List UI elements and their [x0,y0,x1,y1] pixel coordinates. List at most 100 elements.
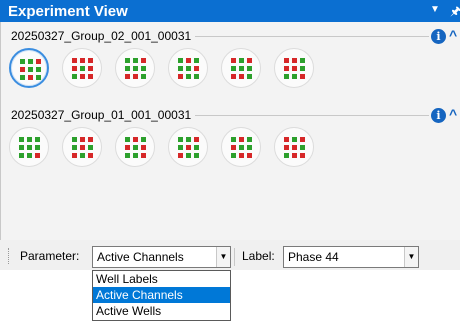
active-channel-dot [125,153,130,158]
toolbar-grip[interactable] [8,248,10,264]
group-header: 20250327_Group_01_001_00031 i ^ [9,106,460,123]
well-plate[interactable] [9,48,49,88]
inactive-channel-dot [284,145,289,150]
active-channel-dot [247,145,252,150]
inactive-channel-dot [20,67,25,72]
dropdown-option-well-labels[interactable]: Well Labels [93,271,230,287]
well-dot-grid [178,137,199,158]
well-plate[interactable] [168,48,208,88]
group-header: 20250327_Group_02_001_00031 i ^ [9,27,460,44]
active-channel-dot [141,66,146,71]
inactive-channel-dot [284,58,289,63]
well-plate[interactable] [62,127,102,167]
parameter-label: Parameter: [20,249,80,263]
active-channel-dot [247,74,252,79]
active-channel-dot [178,145,183,150]
inactive-channel-dot [300,153,305,158]
well-dot-grid [72,137,93,158]
inactive-channel-dot [239,137,244,142]
active-channel-dot [125,66,130,71]
active-channel-dot [35,145,40,150]
label-combo[interactable]: Phase 44 ▼ [283,246,419,268]
well-dot-grid [72,58,93,79]
inactive-channel-dot [141,153,146,158]
parameter-combo[interactable]: Active Channels ▼ [92,246,231,268]
active-channel-dot [300,66,305,71]
label-combo-value: Phase 44 [288,250,339,264]
well-plate[interactable] [221,48,261,88]
inactive-channel-dot [80,145,85,150]
toolbar-separator [234,248,235,266]
active-channel-dot [186,66,191,71]
active-channel-dot [292,74,297,79]
info-icon[interactable]: i [431,29,446,44]
well-dot-grid [20,59,41,80]
inactive-channel-dot [231,74,236,79]
inactive-channel-dot [247,58,252,63]
inactive-channel-dot [194,66,199,71]
chevron-down-icon[interactable]: ▼ [216,247,230,267]
title-bar: Experiment View ▼ 🖈 [0,0,460,22]
info-icon[interactable]: i [431,108,446,123]
inactive-channel-dot [125,74,130,79]
well-plate[interactable] [221,127,261,167]
collapse-chevron-icon[interactable]: ^ [449,106,457,122]
inactive-channel-dot [284,137,289,142]
inactive-channel-dot [231,145,236,150]
well-plate[interactable] [274,48,314,88]
well-dot-grid [231,137,252,158]
inactive-channel-dot [292,66,297,71]
active-channel-dot [141,137,146,142]
well-plate[interactable] [9,127,49,167]
well-dot-grid [178,58,199,79]
well-plate[interactable] [115,48,155,88]
active-channel-dot [72,145,77,150]
window-title: Experiment View [8,3,128,20]
active-channel-dot [133,153,138,158]
active-channel-dot [133,145,138,150]
active-channel-dot [300,145,305,150]
active-channel-dot [194,58,199,63]
well-dot-grid [284,137,305,158]
active-channel-dot [72,74,77,79]
chevron-down-icon[interactable]: ▼ [404,247,418,267]
pin-icon[interactable]: 🖈 [450,2,460,23]
inactive-channel-dot [72,58,77,63]
inactive-channel-dot [300,137,305,142]
well-dot-grid [125,58,146,79]
inactive-channel-dot [72,153,77,158]
collapse-chevron-icon[interactable]: ^ [449,27,457,43]
active-channel-dot [239,58,244,63]
group-name: 20250327_Group_01_001_00031 [11,108,196,122]
active-channel-dot [36,75,41,80]
dropdown-option-active-wells[interactable]: Active Wells [93,303,230,319]
window-menu-icon[interactable]: ▼ [430,4,440,15]
group-divider [189,36,429,37]
well-plate[interactable] [168,127,208,167]
active-channel-dot [178,58,183,63]
well-dot-grid [19,137,40,158]
well-plate[interactable] [274,127,314,167]
inactive-channel-dot [88,66,93,71]
experiment-panel: 20250327_Group_02_001_00031 i ^ 20250327… [0,22,460,240]
well-row [9,127,329,171]
well-dot-grid [284,58,305,79]
active-channel-dot [125,137,130,142]
active-channel-dot [231,66,236,71]
group-divider [189,115,429,116]
inactive-channel-dot [194,137,199,142]
active-channel-dot [178,66,183,71]
active-channel-dot [28,59,33,64]
well-plate[interactable] [115,127,155,167]
inactive-channel-dot [36,59,41,64]
active-channel-dot [19,145,24,150]
group-name: 20250327_Group_02_001_00031 [11,29,196,43]
well-plate[interactable] [62,48,102,88]
inactive-channel-dot [292,145,297,150]
dropdown-option-active-channels[interactable]: Active Channels [93,287,230,303]
active-channel-dot [141,74,146,79]
inactive-channel-dot [141,58,146,63]
inactive-channel-dot [35,153,40,158]
inactive-channel-dot [300,74,305,79]
inactive-channel-dot [88,137,93,142]
